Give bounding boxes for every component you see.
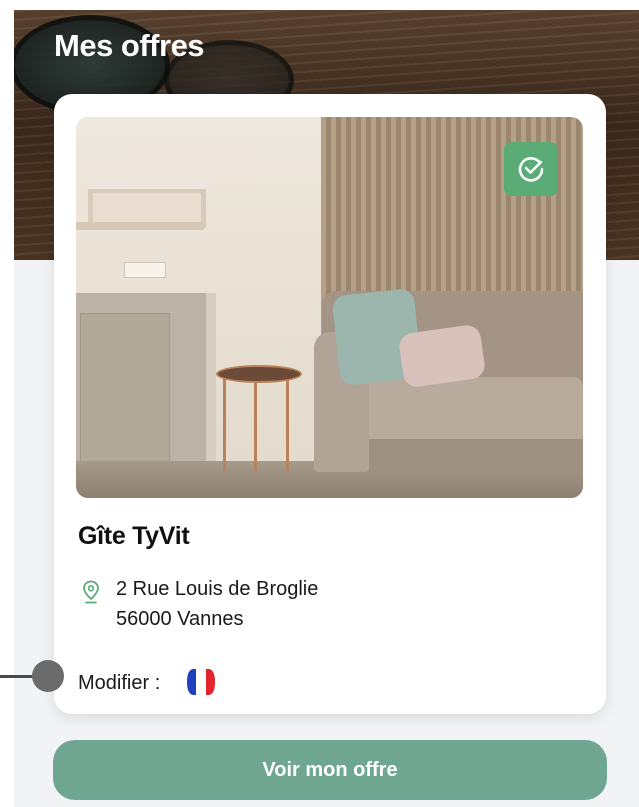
offer-title: Gîte TyVit bbox=[78, 522, 190, 550]
photo-table-leg bbox=[223, 379, 226, 471]
offer-card[interactable]: Gîte TyVit 2 Rue Louis de Broglie 56000 … bbox=[54, 94, 606, 714]
photo-table-leg bbox=[254, 379, 257, 471]
check-circle-icon bbox=[518, 157, 544, 182]
verified-badge bbox=[504, 142, 558, 196]
france-flag-icon[interactable] bbox=[185, 668, 217, 696]
photo-side-table bbox=[216, 365, 302, 383]
address-street: 2 Rue Louis de Broglie bbox=[116, 578, 319, 600]
annotation-pointer-dot bbox=[32, 660, 64, 692]
edit-label: Modifier : bbox=[78, 672, 161, 694]
offer-address: 2 Rue Louis de Broglie 56000 Vannes bbox=[78, 578, 498, 638]
address-city: 56000 Vannes bbox=[116, 608, 244, 630]
photo-socket bbox=[124, 262, 166, 278]
edit-language-row: Modifier : bbox=[78, 666, 278, 698]
photo-pillow bbox=[397, 323, 487, 389]
view-offer-button[interactable]: Voir mon offre bbox=[53, 740, 607, 800]
offers-screen: Mes offres Gîte TyVit 2 Rue Louis de Bro… bbox=[14, 10, 639, 807]
photo-sofa-seat bbox=[361, 377, 583, 447]
location-pin-icon bbox=[83, 580, 99, 604]
photo-cabinet-door bbox=[80, 313, 170, 475]
offer-photo[interactable] bbox=[76, 117, 583, 498]
photo-shelf-board bbox=[76, 222, 204, 230]
page-title: Mes offres bbox=[54, 28, 205, 63]
photo-table-leg bbox=[286, 379, 289, 471]
